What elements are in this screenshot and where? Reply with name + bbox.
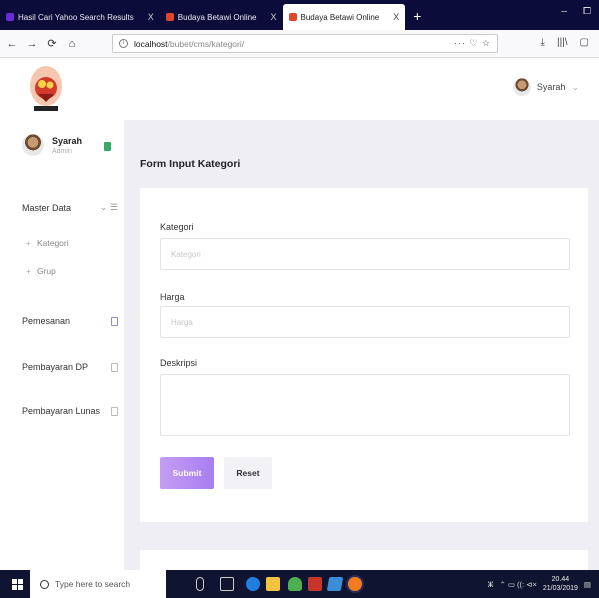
harga-input[interactable] xyxy=(160,306,570,338)
tray-icons[interactable]: ⌃ ▭ ((: ⊲× xyxy=(499,580,536,589)
address-bar[interactable]: i localhost /bubet/cms/kategori/ ··· ♡ ☆ xyxy=(112,34,498,53)
tab-close-icon[interactable]: X xyxy=(393,12,399,22)
browser-nav-bar: ← → ⟳ ⌂ i localhost /bubet/cms/kategori/… xyxy=(0,30,599,58)
kategori-input[interactable] xyxy=(160,238,570,270)
submit-button[interactable]: Submit xyxy=(160,457,214,489)
deskripsi-textarea[interactable] xyxy=(160,374,570,436)
tab-yahoo-search[interactable]: Hasil Cari Yahoo Search Results X xyxy=(0,4,160,30)
sidebar-item-label: Pembayaran Lunas xyxy=(22,406,101,416)
taskbar-search[interactable]: Type here to search xyxy=(30,570,166,598)
kategori-label: Kategori xyxy=(160,222,194,232)
url-path: /bubet/cms/kategori/ xyxy=(167,38,245,49)
library-icon[interactable]: |||\ xyxy=(557,37,568,48)
app-header: Syarah ⌄ xyxy=(0,58,599,120)
download-icon[interactable]: ⤓ xyxy=(541,37,545,48)
sidebar-item-label: Master Data xyxy=(22,202,72,213)
reset-button[interactable]: Reset xyxy=(224,457,272,489)
sidebar-item-label: Pemesanan xyxy=(22,316,71,326)
header-user-menu[interactable]: Syarah ⌄ xyxy=(512,78,579,96)
main-content: Form Input Kategori Kategori Harga Deskr… xyxy=(124,120,599,580)
back-arrow-icon[interactable]: ← xyxy=(4,38,20,50)
reload-icon[interactable]: ⟳ xyxy=(44,37,60,50)
deskripsi-label: Deskripsi xyxy=(160,358,198,368)
user-icon[interactable]: ⵥ xyxy=(488,580,494,589)
site-logo[interactable] xyxy=(28,64,64,116)
sidebar-item-master-data[interactable]: Master Data ⌄ ☰ xyxy=(22,202,118,213)
document-icon xyxy=(111,406,118,416)
sidebar-item-pembayaran-dp[interactable]: Pembayaran DP xyxy=(22,362,118,372)
avatar xyxy=(22,134,44,156)
harga-label: Harga xyxy=(160,292,185,302)
tab-label: Budaya Betawi Online xyxy=(300,12,380,22)
file-explorer-icon[interactable] xyxy=(266,577,280,591)
forward-arrow-icon[interactable]: → xyxy=(24,38,40,50)
info-icon[interactable]: i xyxy=(119,39,128,48)
plus-icon: + xyxy=(26,266,31,276)
sidebar: Syarah Admin Master Data ⌄ ☰ + Kategori +… xyxy=(0,120,124,570)
tab-label: Budaya Betawi Online xyxy=(177,12,257,22)
page-actions-icons[interactable]: ··· ♡ ☆ xyxy=(454,38,491,49)
site-favicon-icon xyxy=(165,13,174,21)
sidebar-subitem-kategori[interactable]: + Kategori xyxy=(26,238,69,248)
browser-tab-bar: Hasil Cari Yahoo Search Results X Budaya… xyxy=(0,0,599,30)
avatar xyxy=(512,78,531,96)
home-icon[interactable]: ⌂ xyxy=(64,38,80,50)
windows-taskbar: Type here to search ⵥ ⌃ ▭ ((: ⊲× 20.44 2… xyxy=(0,570,599,598)
tab-budaya-betawi-1[interactable]: Budaya Betawi Online X xyxy=(160,4,283,30)
plus-icon: + xyxy=(26,238,31,248)
sidebar-subitem-grup[interactable]: + Grup xyxy=(26,266,56,276)
notification-icon[interactable]: ▤ xyxy=(584,580,591,589)
clock[interactable]: 20.44 21/03/2019 xyxy=(543,575,578,593)
tab-budaya-betawi-active[interactable]: Budaya Betawi Online X xyxy=(282,4,406,30)
app-icon[interactable] xyxy=(308,577,322,591)
chevron-down-icon: ⌄ xyxy=(571,81,579,92)
clock-time: 20.44 xyxy=(551,576,570,583)
sidebar-user-role: Admin xyxy=(52,147,72,155)
edge-browser-icon[interactable] xyxy=(246,577,260,591)
tab-close-icon[interactable]: X xyxy=(271,12,277,22)
window-controls: – ⧠ xyxy=(561,6,591,17)
yahoo-favicon-icon xyxy=(6,13,14,21)
site-favicon-icon xyxy=(288,13,297,21)
cortana-icon xyxy=(40,579,49,589)
url-host: localhost xyxy=(134,38,168,49)
sidebar-item-label: Kategori xyxy=(36,238,69,248)
maximize-icon[interactable]: ⧠ xyxy=(583,6,591,17)
toolbar-right: ⤓ |||\ ▢ xyxy=(541,37,589,48)
header-user-name: Syarah xyxy=(536,82,566,92)
clock-date: 21/03/2019 xyxy=(542,585,578,592)
start-button[interactable] xyxy=(6,570,28,598)
notepad-icon[interactable] xyxy=(326,577,344,591)
android-studio-icon[interactable] xyxy=(288,577,302,591)
windows-logo-icon xyxy=(11,578,23,590)
task-view-icon[interactable] xyxy=(220,577,234,591)
document-icon xyxy=(111,362,118,372)
sidebar-item-label: Grup xyxy=(36,266,56,276)
page-title: Form Input Kategori xyxy=(140,158,241,170)
online-status-icon xyxy=(104,142,111,151)
expand-menu-icon: ⌄ ☰ xyxy=(99,202,118,212)
document-icon xyxy=(111,316,118,326)
sidebar-item-pembayaran-lunas[interactable]: Pembayaran Lunas xyxy=(22,406,118,416)
sidebar-item-pemesanan[interactable]: Pemesanan xyxy=(22,316,118,326)
new-tab-button[interactable]: + xyxy=(405,4,429,30)
system-tray: ⵥ ⌃ ▭ ((: ⊲× 20.44 21/03/2019 ▤ xyxy=(488,575,591,593)
taskbar-search-placeholder: Type here to search xyxy=(55,579,131,589)
tab-close-icon[interactable]: X xyxy=(148,12,154,22)
sidebar-toggle-icon[interactable]: ▢ xyxy=(580,37,589,48)
microphone-icon[interactable] xyxy=(196,577,204,591)
form-card: Kategori Harga Deskripsi Submit Reset xyxy=(140,188,588,522)
tab-label: Hasil Cari Yahoo Search Results xyxy=(18,12,134,22)
sidebar-user: Syarah Admin xyxy=(22,134,82,156)
firefox-icon[interactable] xyxy=(348,577,362,591)
sidebar-item-label: Pembayaran DP xyxy=(22,362,89,372)
sidebar-user-name: Syarah xyxy=(52,135,83,146)
minimize-icon[interactable]: – xyxy=(561,6,567,17)
